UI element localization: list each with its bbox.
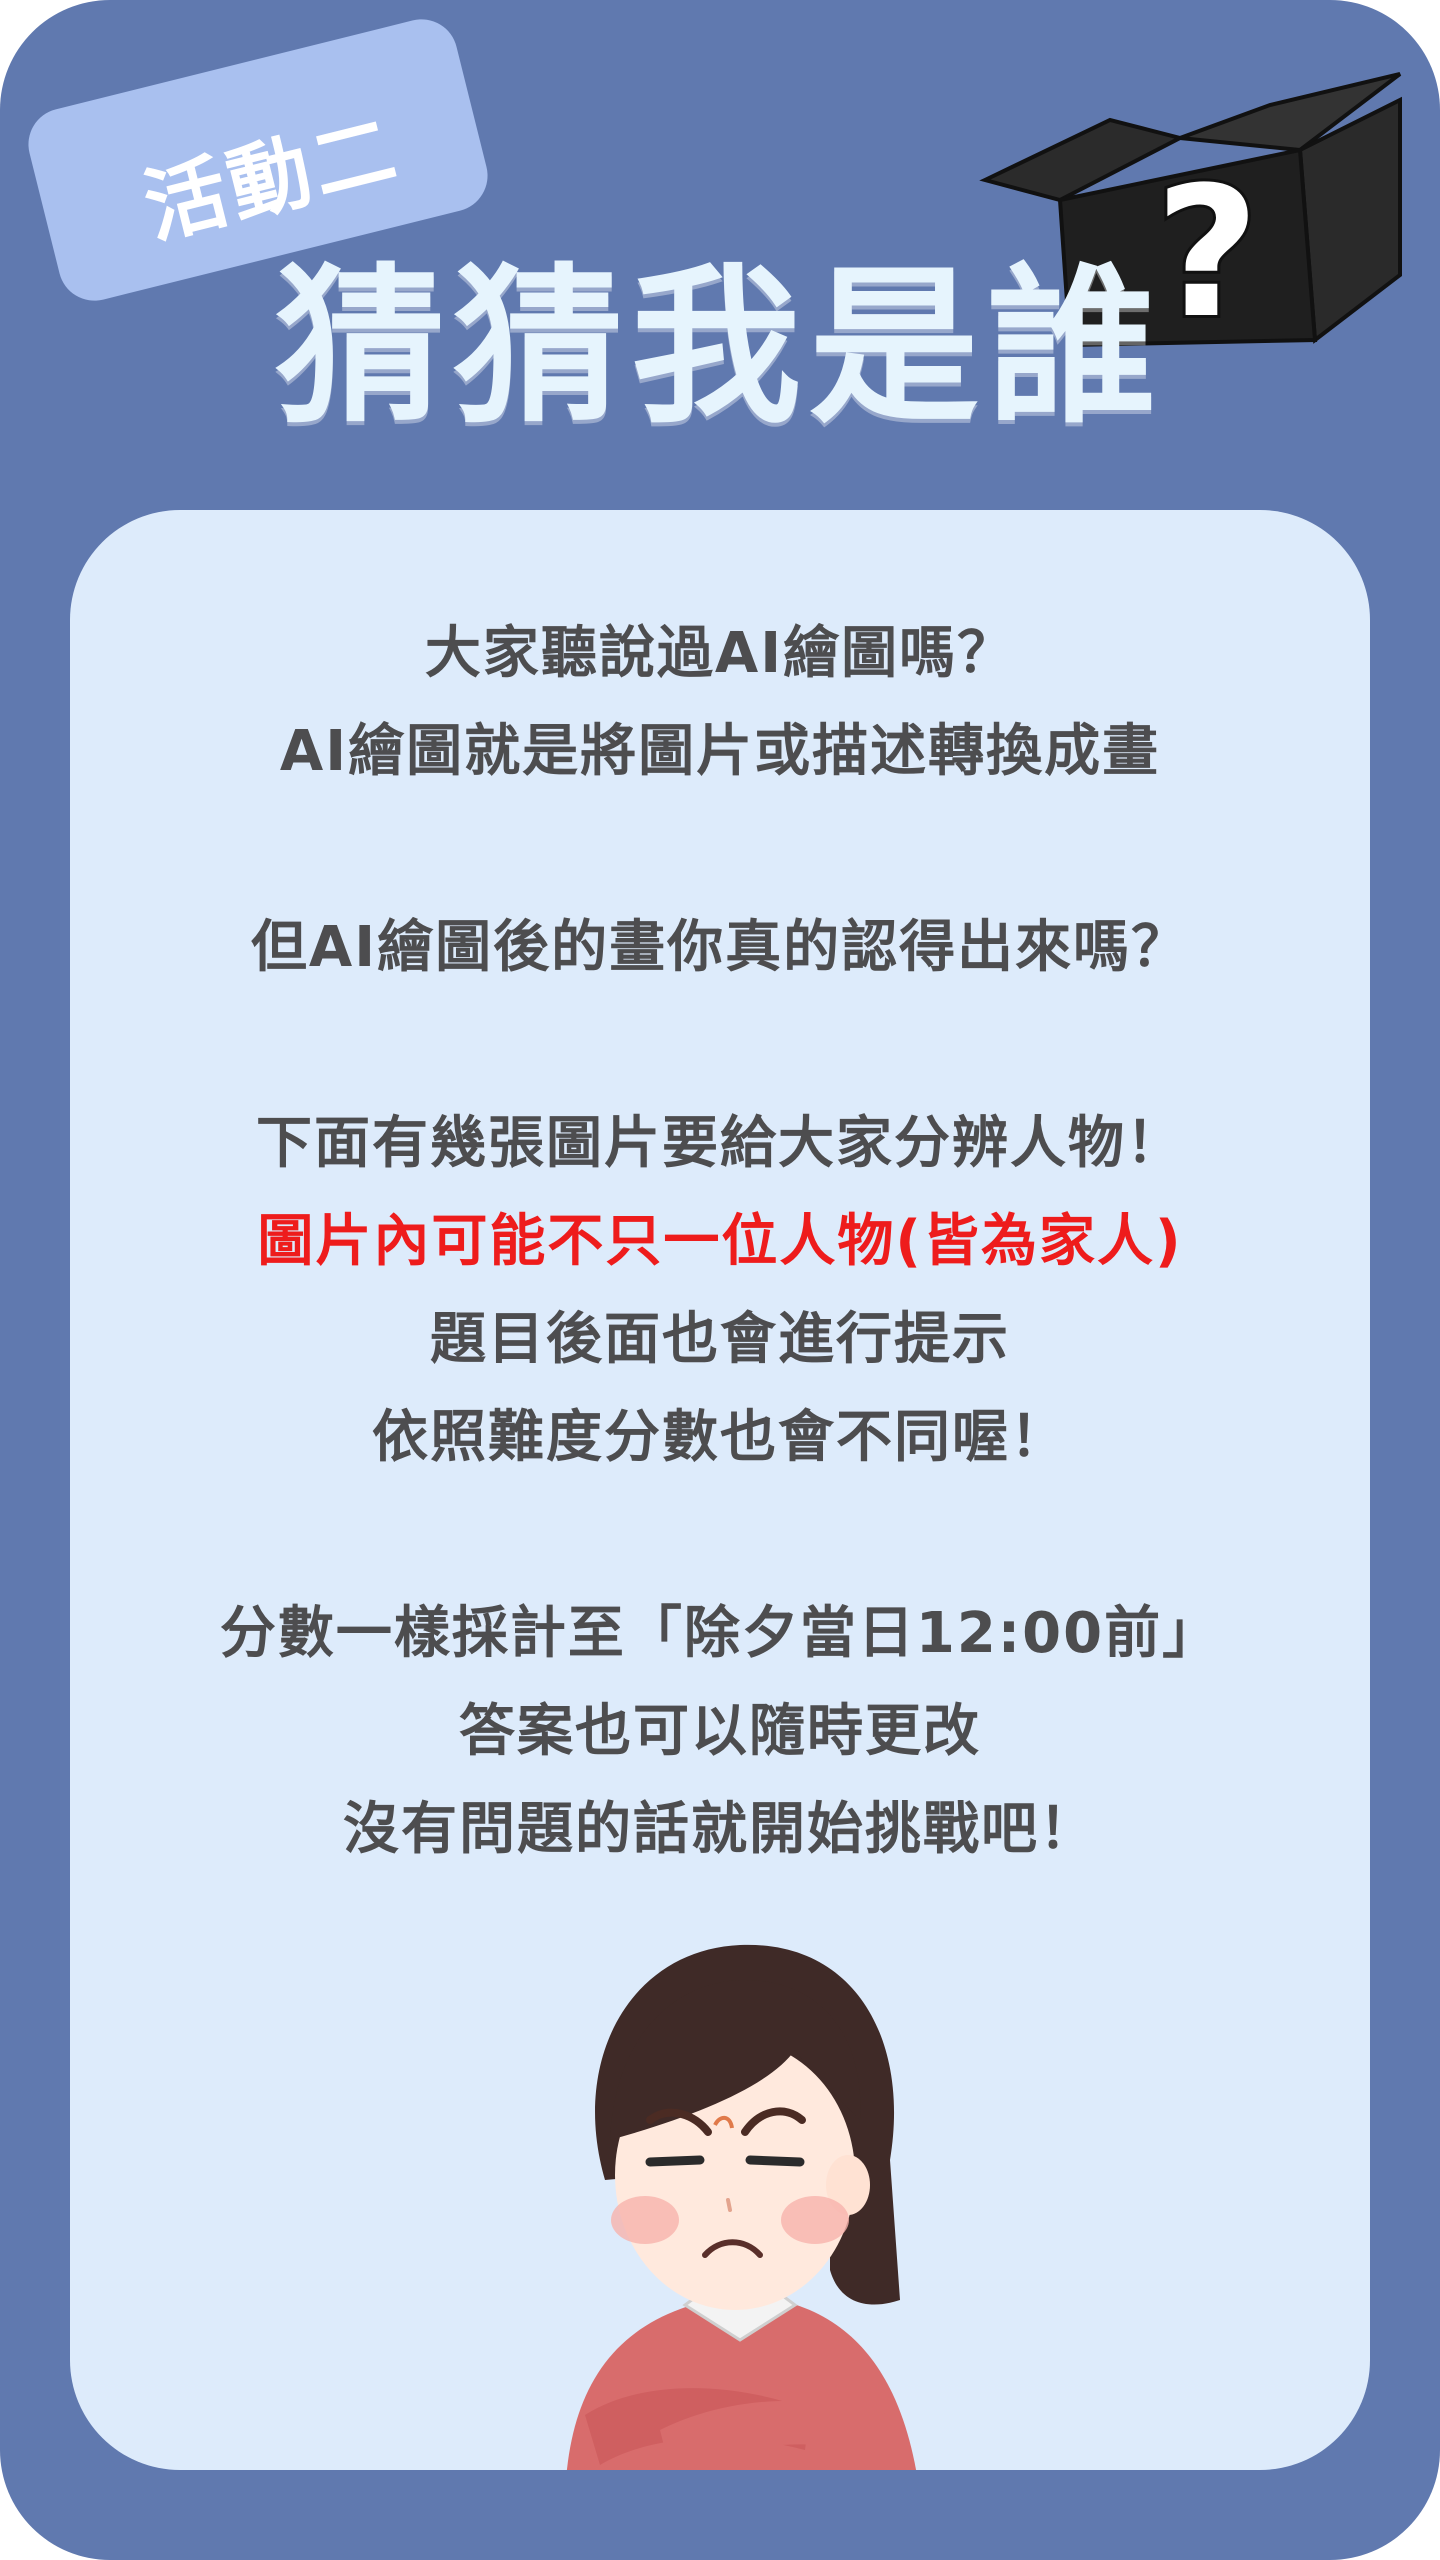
intro-line: 下面有幾張圖片要給大家分辨人物！ [256,1111,1184,1176]
intro-line: 大家聽說過AI繪圖嗎？ [424,621,1016,686]
frowning-woman-illustration [566,1944,916,2470]
page-title: 猜猜我是誰 [274,249,1165,447]
intro-line: 分數一樣採計至「除夕當日12:00前」 [219,1601,1221,1666]
activity-card: 活動二 ? 猜猜我是誰 大家聽說過AI繪圖嗎？ AI繪圖就是將圖片或描述轉換成畫但… [0,0,1440,2560]
intro-line: 但AI繪圖後的畫你真的認得出來嗎？ [250,915,1190,980]
line-spacer [70,997,1370,1095]
intro-line: AI繪圖就是將圖片或描述轉換成畫 [279,719,1161,784]
highlight-line: 圖片內可能不只一位人物(皆為家人) [257,1209,1183,1274]
intro-line: 題目後面也會進行提示 [430,1307,1010,1372]
intro-line: 沒有問題的話就開始挑戰吧！ [343,1797,1097,1862]
intro-line: 答案也可以隨時更改 [459,1699,981,1764]
line-spacer [70,801,1370,899]
intro-line: 依照難度分數也會不同喔！ [372,1405,1068,1470]
info-panel: 大家聽說過AI繪圖嗎？ AI繪圖就是將圖片或描述轉換成畫 但AI繪圖後的畫你真的認得… [70,510,1370,2470]
line-spacer [70,1487,1370,1585]
intro-text: 大家聽說過AI繪圖嗎？ AI繪圖就是將圖片或描述轉換成畫 但AI繪圖後的畫你真的認得… [70,605,1370,1879]
